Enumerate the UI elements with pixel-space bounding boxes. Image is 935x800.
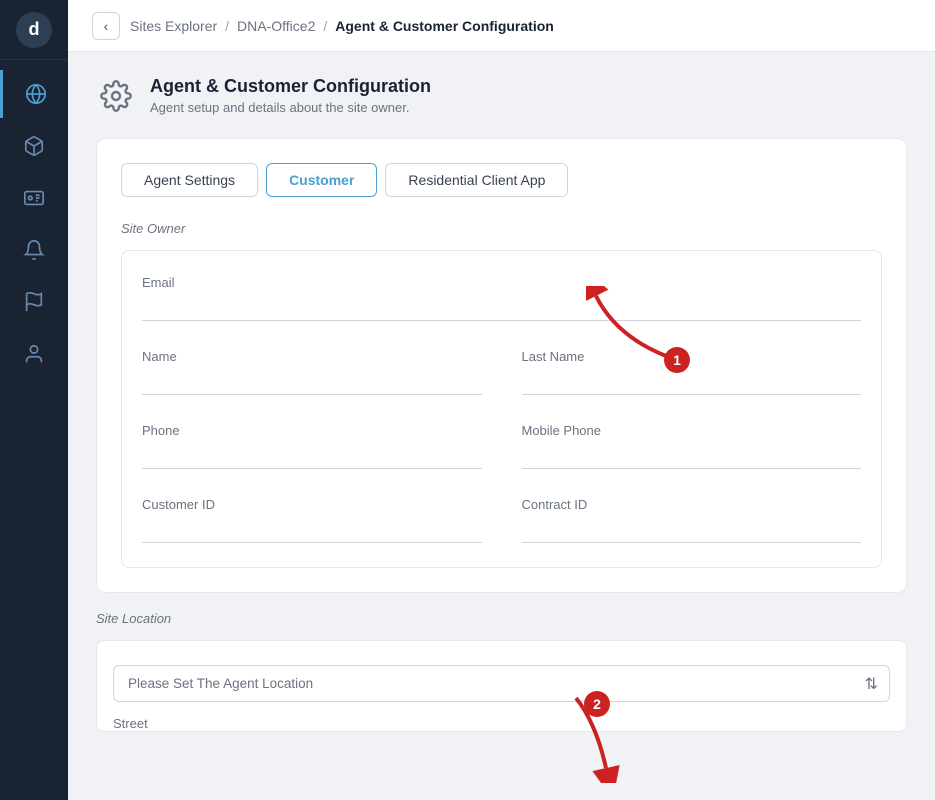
- mobile-phone-field-wrap: Mobile Phone: [522, 423, 862, 469]
- site-owner-label: Site Owner: [121, 221, 882, 236]
- app-logo: d: [16, 12, 52, 48]
- phone-row: Phone Mobile Phone: [142, 423, 861, 469]
- id-row: Customer ID Contract ID: [142, 497, 861, 543]
- header: ‹ Sites Explorer / DNA-Office2 / Agent &…: [68, 0, 935, 52]
- agent-location-select[interactable]: Please Set The Agent Location: [113, 665, 890, 702]
- email-row: Email: [142, 275, 861, 321]
- main-card: Agent Settings Customer Residential Clie…: [96, 138, 907, 593]
- sidebar-item-cube[interactable]: [0, 122, 68, 170]
- last-name-field-wrap: Last Name: [522, 349, 862, 395]
- phone-field-wrap: Phone: [142, 423, 482, 469]
- site-owner-form: Email Name Last Name: [121, 250, 882, 568]
- sidebar-logo: d: [0, 0, 68, 60]
- last-name-label: Last Name: [522, 349, 862, 364]
- location-select-wrap: Please Set The Agent Location ⇅: [113, 665, 890, 702]
- contract-id-label: Contract ID: [522, 497, 862, 512]
- email-label: Email: [142, 275, 861, 290]
- email-field-wrap: Email: [142, 275, 861, 321]
- back-button[interactable]: ‹: [92, 12, 120, 40]
- breadcrumb: Sites Explorer / DNA-Office2 / Agent & C…: [130, 18, 554, 34]
- last-name-input[interactable]: [522, 370, 862, 395]
- contract-id-input[interactable]: [522, 518, 862, 543]
- tab-residential-client-app[interactable]: Residential Client App: [385, 163, 568, 197]
- tab-customer[interactable]: Customer: [266, 163, 377, 197]
- name-field-wrap: Name: [142, 349, 482, 395]
- name-row: Name Last Name: [142, 349, 861, 395]
- customer-id-input[interactable]: [142, 518, 482, 543]
- breadcrumb-sep-2: /: [323, 18, 327, 34]
- breadcrumb-sites-explorer[interactable]: Sites Explorer: [130, 18, 217, 34]
- mobile-phone-input[interactable]: [522, 444, 862, 469]
- mobile-phone-label: Mobile Phone: [522, 423, 862, 438]
- sidebar-navigation: [0, 60, 68, 378]
- page-title: Agent & Customer Configuration: [150, 76, 431, 97]
- sidebar-item-globe[interactable]: [0, 70, 68, 118]
- breadcrumb-sep-1: /: [225, 18, 229, 34]
- sidebar-item-bell[interactable]: [0, 226, 68, 274]
- page-title-area: Agent & Customer Configuration Agent set…: [96, 76, 907, 116]
- name-label: Name: [142, 349, 482, 364]
- gear-icon: [96, 76, 136, 116]
- page-body: Agent & Customer Configuration Agent set…: [68, 52, 935, 800]
- street-label: Street: [113, 716, 890, 731]
- tab-bar: Agent Settings Customer Residential Clie…: [121, 163, 882, 197]
- sidebar-item-user[interactable]: [0, 330, 68, 378]
- email-input[interactable]: [142, 296, 861, 321]
- customer-id-field-wrap: Customer ID: [142, 497, 482, 543]
- page-title-text: Agent & Customer Configuration Agent set…: [150, 76, 431, 115]
- tab-agent-settings[interactable]: Agent Settings: [121, 163, 258, 197]
- site-owner-section: Site Owner Email Name: [121, 221, 882, 568]
- phone-label: Phone: [142, 423, 482, 438]
- phone-input[interactable]: [142, 444, 482, 469]
- site-location-section: Site Location Please Set The Agent Locat…: [96, 611, 907, 732]
- customer-id-label: Customer ID: [142, 497, 482, 512]
- main-content: ‹ Sites Explorer / DNA-Office2 / Agent &…: [68, 0, 935, 800]
- sidebar-item-flag[interactable]: [0, 278, 68, 326]
- contract-id-field-wrap: Contract ID: [522, 497, 862, 543]
- site-location-label: Site Location: [96, 611, 907, 626]
- sidebar-item-idcard[interactable]: [0, 174, 68, 222]
- page-subtitle: Agent setup and details about the site o…: [150, 100, 431, 115]
- breadcrumb-dna-office2[interactable]: DNA-Office2: [237, 18, 315, 34]
- breadcrumb-current-page: Agent & Customer Configuration: [335, 18, 554, 34]
- name-input[interactable]: [142, 370, 482, 395]
- sidebar: d: [0, 0, 68, 800]
